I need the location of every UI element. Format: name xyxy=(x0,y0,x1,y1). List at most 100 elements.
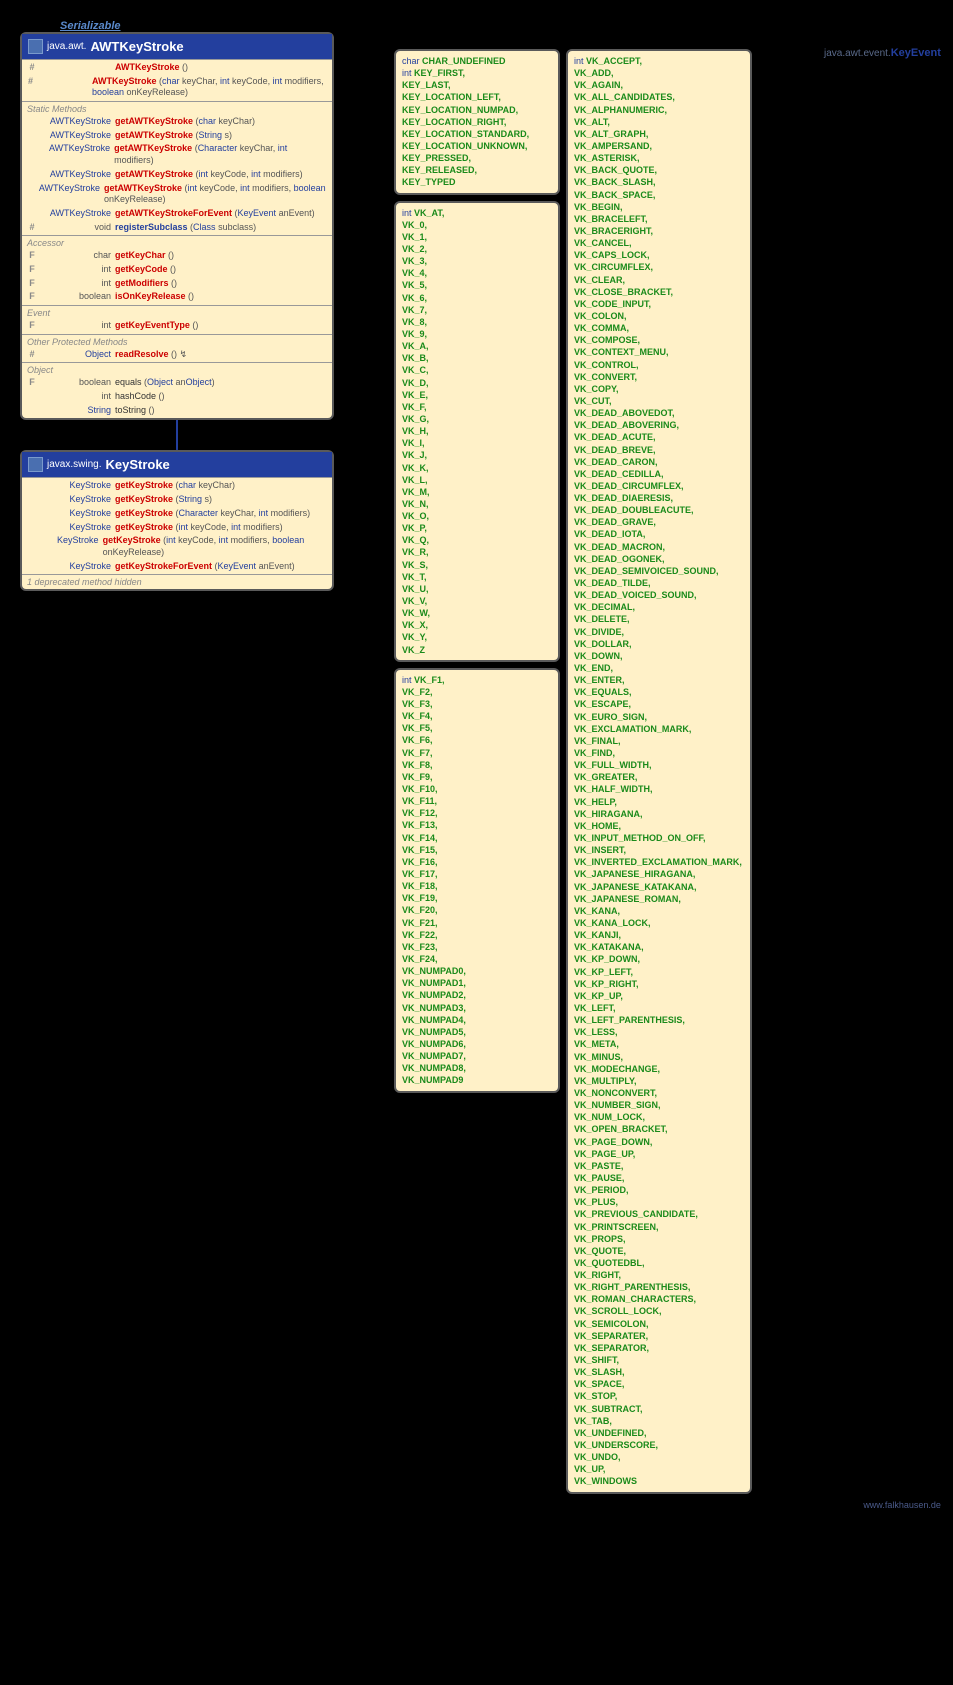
constant: VK_F15, xyxy=(402,844,552,856)
constant: VK_HALF_WIDTH, xyxy=(574,783,744,795)
section-label: Static Methods xyxy=(22,103,332,115)
constant: VK_CONTEXT_MENU, xyxy=(574,346,744,358)
pkg-label: java.awt. xyxy=(47,41,86,52)
constant: VK_F10, xyxy=(402,783,552,795)
constant: VK_D, xyxy=(402,377,552,389)
constant: VK_F4, xyxy=(402,710,552,722)
constant: VK_LEFT, xyxy=(574,1002,744,1014)
constant: VK_U, xyxy=(402,583,552,595)
method-name[interactable]: getKeyStroke (int keyCode, int modifiers… xyxy=(103,535,327,558)
constant: VK_UNDEFINED, xyxy=(574,1427,744,1439)
static-methods-section: Static Methods AWTKeyStrokegetAWTKeyStro… xyxy=(22,101,332,235)
other-protected-section: Other Protected Methods #ObjectreadResol… xyxy=(22,334,332,363)
method-name[interactable]: readResolve () ↯ xyxy=(115,349,187,361)
constant: VK_KANA_LOCK, xyxy=(574,917,744,929)
constant: VK_F11, xyxy=(402,795,552,807)
method-name[interactable]: getAWTKeyStroke (char keyChar) xyxy=(115,116,255,128)
constant: VK_SEMICOLON, xyxy=(574,1318,744,1330)
class-name: AWTKeyStroke xyxy=(90,39,183,54)
constant: VK_Y, xyxy=(402,631,552,643)
constant: VK_SPACE, xyxy=(574,1378,744,1390)
constant: VK_OPEN_BRACKET, xyxy=(574,1123,744,1135)
constant: VK_I, xyxy=(402,437,552,449)
method-name[interactable]: AWTKeyStroke (char keyChar, int keyCode,… xyxy=(92,76,327,99)
constant: VK_CONVERT, xyxy=(574,371,744,383)
constructors-section: #AWTKeyStroke ()#AWTKeyStroke (char keyC… xyxy=(22,59,332,101)
footer-link[interactable]: www.falkhausen.de xyxy=(394,1500,941,1510)
method-name[interactable]: getAWTKeyStroke (int keyCode, int modifi… xyxy=(115,169,303,181)
constant: VK_NUMPAD4, xyxy=(402,1014,552,1026)
constant: VK_V, xyxy=(402,595,552,607)
constant: VK_DELETE, xyxy=(574,613,744,625)
constant: VK_UNDERSCORE, xyxy=(574,1439,744,1451)
constant: VK_DEAD_ABOVERING, xyxy=(574,419,744,431)
constant: VK_CAPS_LOCK, xyxy=(574,249,744,261)
method-name[interactable]: equals (Object anObject) xyxy=(115,377,215,389)
constant: VK_END, xyxy=(574,662,744,674)
method-name[interactable]: getAWTKeyStroke (String s) xyxy=(115,130,232,142)
constant: VK_F18, xyxy=(402,880,552,892)
method-row: KeyStrokegetKeyStroke (int keyCode, int … xyxy=(22,521,332,535)
constant: int KEY_FIRST, xyxy=(402,67,552,79)
method-name[interactable]: getKeyStrokeForEvent (KeyEvent anEvent) xyxy=(115,561,295,573)
method-name[interactable]: hashCode () xyxy=(115,391,165,403)
method-row: #voidregisterSubclass (Class subclass) xyxy=(22,221,332,235)
method-name[interactable]: getKeyCode () xyxy=(115,264,176,276)
constant: KEY_LOCATION_UNKNOWN, xyxy=(402,140,552,152)
constant: VK_DOWN, xyxy=(574,650,744,662)
constant: VK_ENTER, xyxy=(574,674,744,686)
method-name[interactable]: registerSubclass (Class subclass) xyxy=(115,222,256,234)
constant: VK_O, xyxy=(402,510,552,522)
constant: VK_R, xyxy=(402,546,552,558)
constant: VK_UNDO, xyxy=(574,1451,744,1463)
constant: VK_NONCONVERT, xyxy=(574,1087,744,1099)
constant: VK_MULTIPLY, xyxy=(574,1075,744,1087)
method-name[interactable]: getKeyStroke (String s) xyxy=(115,494,212,506)
serializable-link[interactable]: Serializable xyxy=(60,20,933,32)
method-name[interactable]: toString () xyxy=(115,405,155,417)
method-name[interactable]: AWTKeyStroke () xyxy=(115,62,188,74)
constant: VK_DEAD_GRAVE, xyxy=(574,516,744,528)
constant: VK_SEPARATOR, xyxy=(574,1342,744,1354)
constant: VK_F22, xyxy=(402,929,552,941)
method-name[interactable]: getKeyStroke (int keyCode, int modifiers… xyxy=(115,522,283,534)
constant: VK_8, xyxy=(402,316,552,328)
constant: VK_9, xyxy=(402,328,552,340)
constant: VK_SCROLL_LOCK, xyxy=(574,1305,744,1317)
method-name[interactable]: getKeyChar () xyxy=(115,250,174,262)
constant: VK_HELP, xyxy=(574,796,744,808)
constant: KEY_TYPED xyxy=(402,176,552,188)
constant: VK_0, xyxy=(402,219,552,231)
method-name[interactable]: getKeyStroke (Character keyChar, int mod… xyxy=(115,508,310,520)
constant: VK_GREATER, xyxy=(574,771,744,783)
constant: VK_AMPERSAND, xyxy=(574,140,744,152)
constant: VK_NUMPAD0, xyxy=(402,965,552,977)
method-name[interactable]: getModifiers () xyxy=(115,278,177,290)
class-name: KeyStroke xyxy=(105,457,169,472)
constant: KEY_LOCATION_LEFT, xyxy=(402,91,552,103)
constants-box-all: int VK_ACCEPT,VK_ADD,VK_AGAIN,VK_ALL_CAN… xyxy=(566,49,752,1494)
constants-box-keys: char CHAR_UNDEFINEDint KEY_FIRST,KEY_LAS… xyxy=(394,49,560,195)
constant: VK_PAUSE, xyxy=(574,1172,744,1184)
method-name[interactable]: getKeyStroke (char keyChar) xyxy=(115,480,235,492)
method-row: KeyStrokegetKeyStroke (int keyCode, int … xyxy=(22,534,332,559)
constant: VK_ROMAN_CHARACTERS, xyxy=(574,1293,744,1305)
method-name[interactable]: isOnKeyRelease () xyxy=(115,291,194,303)
method-name[interactable]: getAWTKeyStrokeForEvent (KeyEvent anEven… xyxy=(115,208,315,220)
method-name[interactable]: getKeyEventType () xyxy=(115,320,198,332)
constant: VK_JAPANESE_HIRAGANA, xyxy=(574,868,744,880)
method-row: #AWTKeyStroke (char keyChar, int keyCode… xyxy=(22,75,332,100)
constant: VK_MODECHANGE, xyxy=(574,1063,744,1075)
constant: KEY_LOCATION_NUMPAD, xyxy=(402,104,552,116)
constant: VK_F13, xyxy=(402,819,552,831)
constant: VK_T, xyxy=(402,571,552,583)
method-row: FintgetKeyCode () xyxy=(22,263,332,277)
constant: VK_G, xyxy=(402,413,552,425)
constant: VK_F17, xyxy=(402,868,552,880)
constant: VK_5, xyxy=(402,279,552,291)
method-name[interactable]: getAWTKeyStroke (int keyCode, int modifi… xyxy=(104,183,327,206)
constant: KEY_RELEASED, xyxy=(402,164,552,176)
method-name[interactable]: getAWTKeyStroke (Character keyChar, int … xyxy=(114,143,327,166)
constant: VK_ASTERISK, xyxy=(574,152,744,164)
method-row: FintgetModifiers () xyxy=(22,277,332,291)
